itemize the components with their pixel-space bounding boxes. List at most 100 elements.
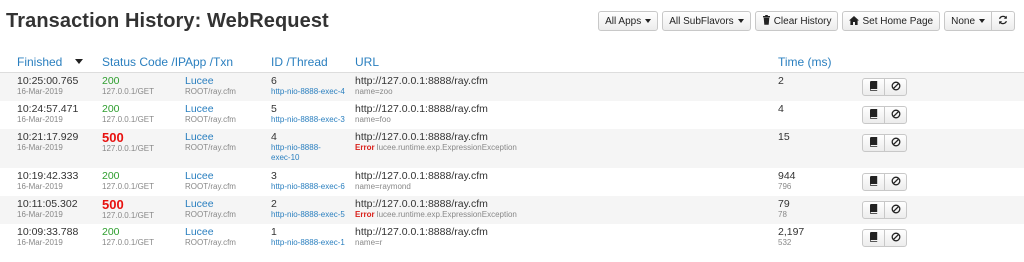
- table-row[interactable]: 10:11:05.302 16-Mar-2019 500 127.0.0.1/G…: [0, 196, 1024, 224]
- view-detail-button[interactable]: [862, 134, 885, 152]
- status-cell: 500 127.0.0.1/GET: [102, 197, 154, 221]
- col-url[interactable]: URL: [355, 55, 379, 69]
- request-url: http://127.0.0.1:8888/ray.cfm: [355, 226, 488, 238]
- txn-name: ROOT/ray.cfm: [185, 115, 236, 124]
- table-row[interactable]: 10:24:57.471 16-Mar-2019 200 127.0.0.1/G…: [0, 101, 1024, 129]
- table-row[interactable]: 10:21:17.929 16-Mar-2019 500 127.0.0.1/G…: [0, 129, 1024, 168]
- view-detail-button[interactable]: [862, 201, 885, 219]
- ignore-button[interactable]: [884, 78, 907, 96]
- request-detail: Error lucee.runtime.exp.ExpressionExcept…: [355, 210, 517, 220]
- request-detail-text: lucee.runtime.exp.ExpressionException: [376, 143, 517, 152]
- app-link[interactable]: Lucee: [185, 104, 236, 115]
- col-status[interactable]: Status Code /IP: [102, 55, 186, 69]
- none-refresh-group: None: [944, 11, 1015, 31]
- app-cell: Lucee ROOT/ray.cfm: [185, 199, 236, 220]
- request-detail: Error lucee.runtime.exp.ExpressionExcept…: [355, 143, 517, 153]
- app-link[interactable]: Lucee: [185, 76, 236, 87]
- ignore-button[interactable]: [884, 229, 907, 247]
- request-detail: name=raymond: [355, 182, 488, 192]
- app-link[interactable]: Lucee: [185, 227, 236, 238]
- finished-date: 16-Mar-2019: [17, 238, 63, 247]
- view-detail-button[interactable]: [862, 78, 885, 96]
- set-home-page-button[interactable]: Set Home Page: [842, 11, 941, 31]
- thread-name-cont[interactable]: exec-10: [271, 153, 321, 163]
- thread-name[interactable]: http-nio-8888-exec-1: [271, 238, 345, 248]
- error-label: Error: [355, 143, 375, 152]
- status-cell: 200 127.0.0.1/GET: [102, 104, 154, 125]
- view-detail-button[interactable]: [862, 173, 885, 191]
- ignore-button[interactable]: [884, 201, 907, 219]
- col-app[interactable]: App /Txn: [185, 55, 233, 69]
- app-link[interactable]: Lucee: [185, 199, 236, 210]
- none-label: None: [951, 15, 975, 27]
- all-subflavors-dropdown[interactable]: All SubFlavors: [662, 11, 751, 31]
- none-dropdown[interactable]: None: [944, 11, 992, 31]
- url-cell: http://127.0.0.1:8888/ray.cfm Error luce…: [355, 199, 517, 220]
- app-cell: Lucee ROOT/ray.cfm: [185, 104, 236, 125]
- thread-name[interactable]: http-nio-8888-exec-3: [271, 115, 345, 125]
- url-cell: http://127.0.0.1:8888/ray.cfm name=foo: [355, 104, 488, 125]
- transaction-id: 4: [271, 131, 277, 143]
- status-cell: 500 127.0.0.1/GET: [102, 131, 155, 154]
- status-ip: 127.0.0.1/GET: [102, 144, 155, 153]
- refresh-button[interactable]: [991, 11, 1015, 31]
- thread-name[interactable]: http-nio-8888-exec-6: [271, 182, 345, 192]
- finished-time: 10:25:00.765: [17, 75, 79, 87]
- txn-name: ROOT/ray.cfm: [185, 87, 236, 96]
- app-cell: Lucee ROOT/ray.cfm: [185, 171, 236, 192]
- thread-name[interactable]: http-nio-8888-: [271, 143, 321, 153]
- finished-cell: 10:09:33.788 16-Mar-2019: [17, 227, 78, 248]
- ignore-button[interactable]: [884, 106, 907, 124]
- time-ms: 79: [778, 198, 790, 210]
- trash-icon: [762, 15, 771, 27]
- finished-date: 16-Mar-2019: [17, 115, 63, 124]
- finished-time: 10:11:05.302: [17, 198, 78, 210]
- thread-name[interactable]: http-nio-8888-exec-5: [271, 210, 345, 220]
- request-detail-text: name=raymond: [355, 182, 411, 191]
- thread-name[interactable]: http-nio-8888-exec-4: [271, 87, 345, 97]
- url-cell: http://127.0.0.1:8888/ray.cfm name=r: [355, 227, 488, 248]
- request-url: http://127.0.0.1:8888/ray.cfm: [355, 170, 488, 182]
- finished-time: 10:21:17.929: [17, 131, 79, 143]
- table-row[interactable]: 10:09:33.788 16-Mar-2019 200 127.0.0.1/G…: [0, 224, 1024, 255]
- ignore-button[interactable]: [884, 134, 907, 152]
- set-home-page-label: Set Home Page: [862, 15, 934, 27]
- transaction-id: 6: [271, 75, 277, 87]
- status-code: 500: [102, 197, 124, 212]
- txn-name: ROOT/ray.cfm: [185, 210, 236, 219]
- request-url: http://127.0.0.1:8888/ray.cfm: [355, 103, 488, 115]
- finished-date: 16-Mar-2019: [17, 87, 63, 96]
- col-finished[interactable]: Finished: [17, 55, 83, 69]
- status-code: 200: [102, 75, 120, 87]
- url-cell: http://127.0.0.1:8888/ray.cfm name=zoo: [355, 76, 488, 97]
- table-row[interactable]: 10:19:42.333 16-Mar-2019 200 127.0.0.1/G…: [0, 168, 1024, 196]
- request-detail: name=r: [355, 238, 488, 248]
- app-link[interactable]: Lucee: [185, 132, 236, 143]
- time-ms-sub: 796: [778, 182, 792, 191]
- table-header: Finished Status Code /IP App /Txn ID /Th…: [0, 52, 1024, 72]
- ban-icon: [891, 176, 901, 189]
- book-icon: [869, 136, 878, 150]
- request-url: http://127.0.0.1:8888/ray.cfm: [355, 131, 488, 143]
- view-detail-button[interactable]: [862, 106, 885, 124]
- id-cell: 1 http-nio-8888-exec-1: [271, 227, 345, 248]
- view-detail-button[interactable]: [862, 229, 885, 247]
- page-title: Transaction History: WebRequest: [6, 10, 329, 32]
- book-icon: [869, 108, 878, 122]
- url-cell: http://127.0.0.1:8888/ray.cfm name=raymo…: [355, 171, 488, 192]
- col-time[interactable]: Time (ms): [778, 55, 832, 69]
- txn-name: ROOT/ray.cfm: [185, 238, 236, 247]
- id-cell: 6 http-nio-8888-exec-4: [271, 76, 345, 97]
- time-cell: 79 78: [778, 199, 790, 220]
- table-row[interactable]: 10:25:00.765 16-Mar-2019 200 127.0.0.1/G…: [0, 73, 1024, 101]
- txn-name: ROOT/ray.cfm: [185, 143, 236, 152]
- time-cell: 944 796: [778, 171, 796, 192]
- col-id[interactable]: ID /Thread: [271, 55, 328, 69]
- ignore-button[interactable]: [884, 173, 907, 191]
- page-header: Transaction History: WebRequest All Apps…: [0, 0, 1024, 48]
- app-link[interactable]: Lucee: [185, 171, 236, 182]
- all-apps-dropdown[interactable]: All Apps: [598, 11, 659, 31]
- request-url: http://127.0.0.1:8888/ray.cfm: [355, 75, 488, 87]
- clear-history-button[interactable]: Clear History: [754, 11, 839, 31]
- transaction-id: 2: [271, 198, 277, 210]
